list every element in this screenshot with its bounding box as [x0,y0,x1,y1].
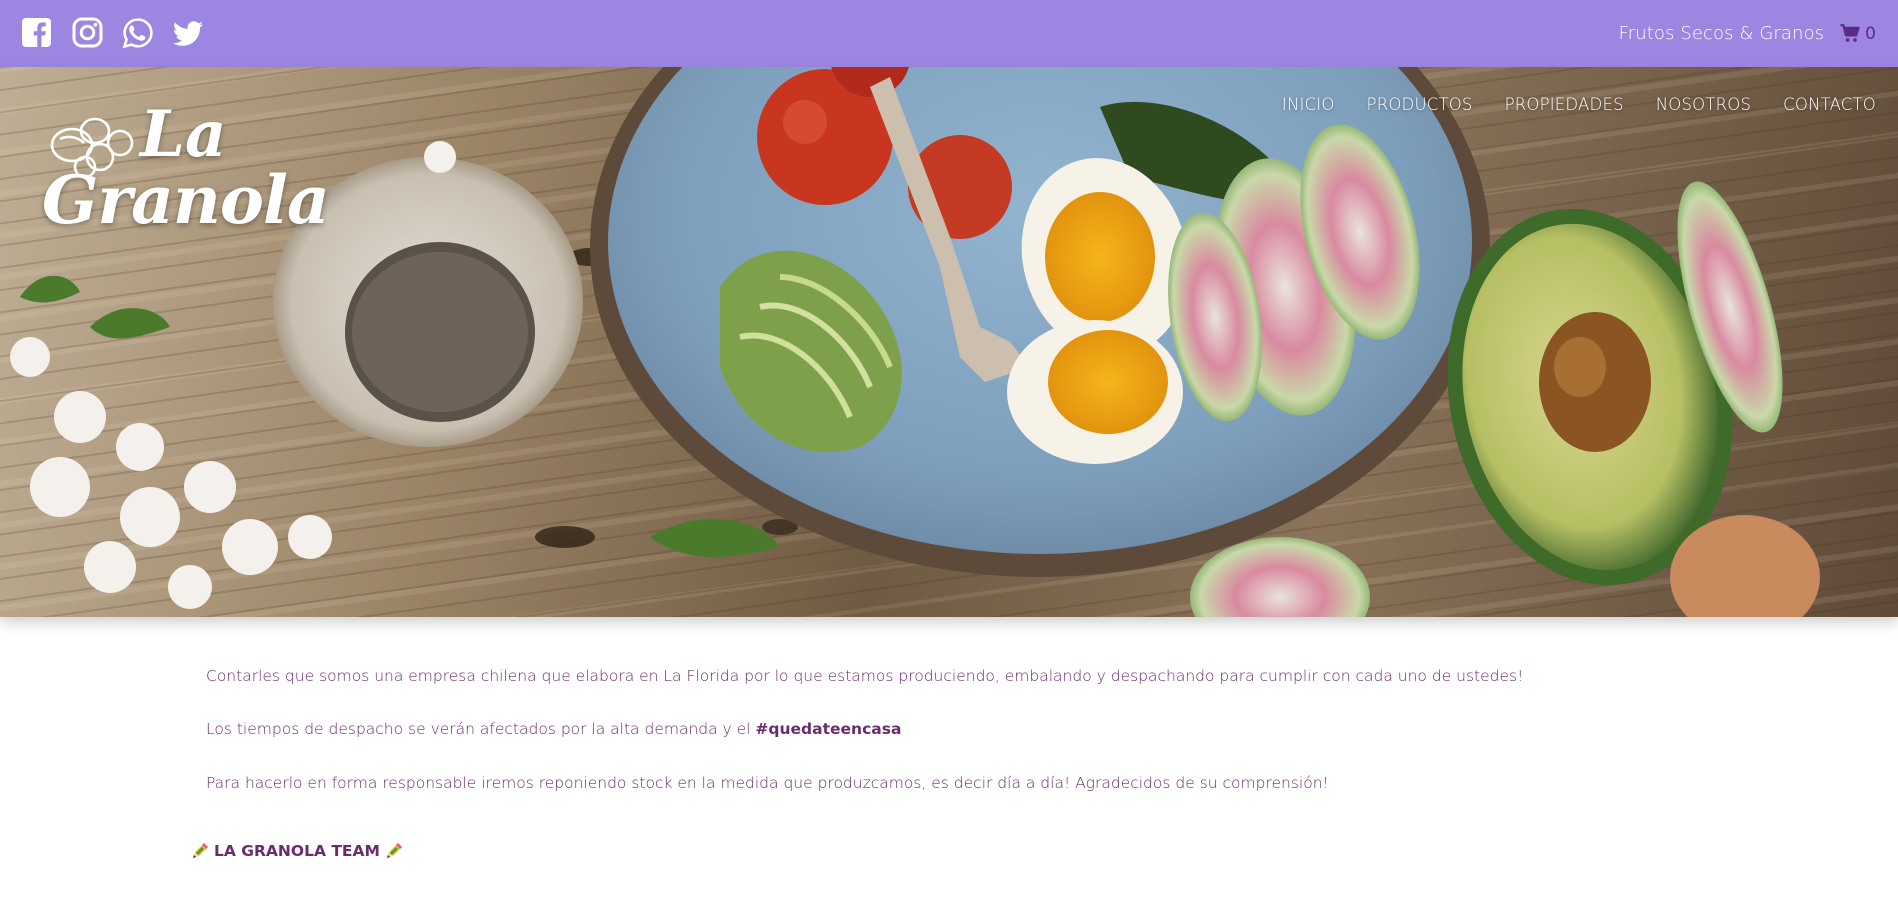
la-granola-logo[interactable]: La Granola [40,97,330,263]
facebook-icon[interactable] [20,16,54,50]
team-name: LA GRANOLA TEAM [214,842,380,860]
logo-line2: Granola [42,161,330,239]
nav-nosotros[interactable]: NOSOTROS [1656,95,1751,114]
paragraph-2-text: Los tiempos de despacho se verán afectad… [206,720,756,738]
hashtag-quedateencasa: #quedateencasa [755,720,902,738]
topbar-right: Frutos Secos & Granos 0 [1619,0,1876,67]
announcement-paragraph-1: Contarles que somos una empresa chilena … [206,667,1524,685]
hero-banner: La Granola INICIO PRODUCTOS PROPIEDADES … [0,67,1898,617]
announcement-paragraph-3: Para hacerlo en forma responsable iremos… [206,774,1329,792]
hero-food-image [10,67,1820,617]
nav-contacto[interactable]: CONTACTO [1783,95,1876,114]
pencil-emoji-icon [193,843,208,858]
announcement-paragraph-2: Los tiempos de despacho se verán afectad… [206,720,901,738]
whatsapp-icon[interactable] [121,16,155,50]
tagline-link[interactable]: Frutos Secos & Granos [1619,23,1825,44]
twitter-icon[interactable] [171,16,205,50]
instagram-icon[interactable] [71,16,105,50]
top-bar: Frutos Secos & Granos 0 [0,0,1898,67]
cart-button[interactable]: 0 [1840,24,1876,44]
nav-propiedades[interactable]: PROPIEDADES [1505,95,1624,114]
announcement-section: Contarles que somos una empresa chilena … [0,617,1898,899]
nav-inicio[interactable]: INICIO [1282,95,1335,114]
shopping-cart-icon [1840,24,1860,42]
main-nav: INICIO PRODUCTOS PROPIEDADES NOSOTROS CO… [1282,95,1876,114]
team-signature: LA GRANOLA TEAM [190,841,404,861]
pencil-emoji-icon [386,843,402,858]
cart-count: 0 [1865,23,1876,44]
nav-productos[interactable]: PRODUCTOS [1367,95,1473,114]
